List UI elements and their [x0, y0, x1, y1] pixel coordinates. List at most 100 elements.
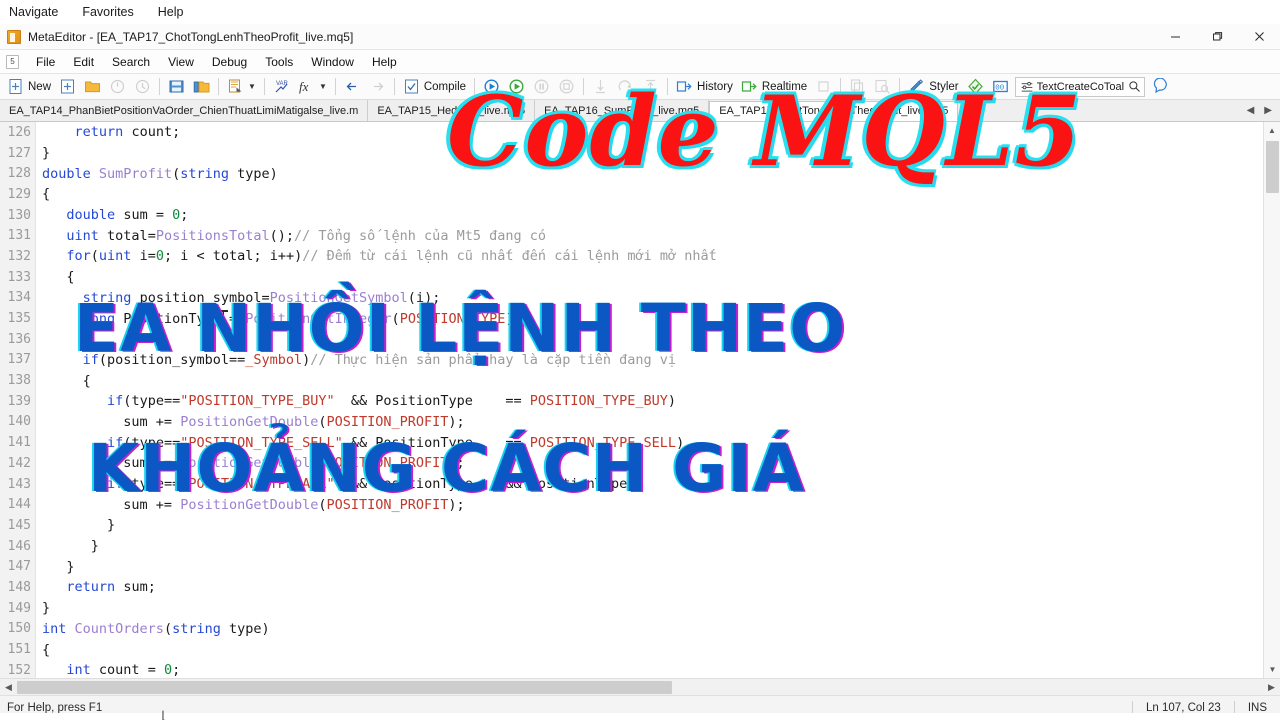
minimize-icon[interactable] [1154, 24, 1196, 50]
step-out-icon [646, 79, 656, 93]
code-line-text: uint total=PositionsTotal();// Tổng số l… [66, 227, 546, 244]
host-menu-item-navigate[interactable]: Navigate [6, 4, 61, 20]
find-in-files-button [870, 76, 895, 98]
menu-item-view[interactable]: View [159, 53, 203, 71]
save-icon [169, 80, 184, 93]
variable-icon: VAR [275, 81, 288, 93]
code-editor[interactable]: 126 return count; 127} 128 double SumProfit… [0, 122, 1280, 678]
file-tab-ea-tap15[interactable]: EA_TAP15_Hedging_live.mq5 [368, 100, 536, 121]
host-menu-bar: Navigate Favorites Help [0, 0, 1280, 24]
redo-icon [135, 79, 150, 94]
search-box[interactable]: TextCreateCoToal [1014, 76, 1145, 97]
history-icon [676, 81, 692, 92]
stop-button [554, 76, 579, 98]
code-line-text: sum += PositionGetDouble(POSITION_PROFIT… [123, 413, 465, 430]
menu-item-file[interactable]: File [27, 53, 64, 71]
new-file-icon [9, 79, 22, 94]
open-folder-button[interactable] [80, 76, 105, 98]
variables-button[interactable]: VAR [269, 76, 294, 98]
scroll-down-icon[interactable]: ▼ [1264, 661, 1280, 678]
code-line-number: 146 [7, 538, 31, 554]
run-button[interactable] [504, 76, 529, 98]
code-line: 132 for(uint i=0; i < total; i++)// Đếm … [0, 246, 1258, 267]
save-button[interactable] [164, 76, 189, 98]
horizontal-scroll-track[interactable] [17, 680, 1263, 694]
host-menu-item-help[interactable]: Help [155, 4, 187, 20]
menu-item-help[interactable]: Help [363, 53, 406, 71]
code-line: 144 sum += PositionGetDouble(POSITION_PR… [0, 494, 1258, 515]
function-dropdown-arrow[interactable]: ▼ [319, 82, 327, 91]
save-all-button[interactable] [189, 76, 214, 98]
counter-button[interactable]: 00 [988, 76, 1013, 98]
toolbar-separator [263, 78, 265, 95]
code-line: 145 } [0, 515, 1258, 536]
code-line-text: string position_symbol=PositionGetSymbol… [82, 289, 441, 306]
file-tab-label: EA_TAP15_Hedging_live.mq5 [377, 104, 526, 117]
code-line: 146 } [0, 536, 1258, 557]
menu-item-tools[interactable]: Tools [256, 53, 302, 71]
code-line: 138 { [0, 370, 1258, 391]
check-button[interactable] [963, 76, 988, 98]
back-button[interactable] [340, 76, 365, 98]
navigator-button[interactable]: ▼ [223, 76, 260, 98]
editor-horizontal-scrollbar[interactable]: ◀ ▶ [0, 678, 1280, 695]
toolbar-separator [840, 78, 842, 95]
tab-scroll-left-icon[interactable]: ◀ [1247, 105, 1255, 116]
vertical-scroll-thumb[interactable] [1266, 141, 1279, 193]
scroll-up-icon[interactable]: ▲ [1264, 122, 1280, 139]
horizontal-scroll-thumb[interactable] [17, 680, 672, 694]
code-line-text: { [42, 372, 91, 389]
restore-icon[interactable] [1196, 24, 1238, 50]
code-line: 131 uint total=PositionsTotal();// Tổng … [0, 225, 1258, 246]
code-line-text: } [42, 600, 51, 617]
code-line: 139 if(type=="POSITION_TYPE_BUY" && Posi… [0, 391, 1258, 412]
code-line: 142 sum += PositionGetDouble(POSITION_PR… [0, 453, 1258, 474]
settings-icon [1021, 81, 1032, 92]
code-line-text: } [42, 517, 116, 534]
code-text-area[interactable]: 126 return count; 127} 128 double SumProfit… [0, 122, 1258, 678]
toolbar-separator [899, 78, 901, 95]
code-line: 135 long PositionType = PositionGetInteg… [0, 308, 1258, 329]
navigator-dropdown-arrow[interactable]: ▼ [248, 82, 256, 91]
menu-item-window[interactable]: Window [302, 53, 363, 71]
function-icon: fx [299, 79, 309, 94]
code-line-text: { [42, 269, 75, 286]
host-menu-item-favorites[interactable]: Favorites [79, 4, 136, 20]
copy-icon [851, 79, 864, 94]
code-line-text: double sum = 0; [66, 207, 189, 224]
styler-label: Styler [929, 80, 959, 93]
debug-button[interactable] [479, 76, 504, 98]
text-cursor-icon [219, 310, 228, 327]
history-button[interactable]: History [672, 76, 737, 98]
menu-item-debug[interactable]: Debug [203, 53, 256, 71]
toolbar-separator [667, 78, 669, 95]
editor-vertical-scrollbar[interactable]: ▲ ▼ [1263, 122, 1280, 678]
close-icon[interactable] [1238, 24, 1280, 50]
help-button[interactable] [1148, 76, 1173, 98]
compile-button[interactable]: Compile [399, 76, 470, 98]
menu-bar: 5 File Edit Search View Debug Tools Wind… [0, 50, 1280, 74]
menu-item-search[interactable]: Search [103, 53, 159, 71]
step-over-button [613, 76, 638, 98]
new-file-button[interactable]: New [3, 76, 55, 98]
scroll-left-icon[interactable]: ◀ [0, 682, 17, 693]
tab-scroll-right-icon[interactable]: ▶ [1264, 105, 1272, 116]
search-input[interactable]: TextCreateCoToal [1037, 81, 1125, 93]
copy-button [845, 76, 870, 98]
code-line: 148 return sum; [0, 577, 1258, 598]
document-badge-icon: 5 [6, 54, 19, 69]
styler-button[interactable]: Styler [904, 76, 962, 98]
pause-icon [534, 79, 549, 94]
add-button[interactable] [55, 76, 80, 98]
window-controls [1154, 24, 1280, 50]
file-tab-ea-tap16[interactable]: EA_TAP16_SumProfit_live.mq5 [535, 100, 710, 121]
file-tab-ea-tap17[interactable]: EA_TAP17_ChotTongLenhTheoProfit_live.mq5 [709, 101, 959, 121]
file-tab-ea-tap14[interactable]: EA_TAP14_PhanBietPositionVaOrder_ChienTh… [0, 100, 369, 121]
function-button[interactable]: fx ▼ [294, 76, 331, 98]
toolbar-separator [393, 78, 395, 95]
realtime-button[interactable]: Realtime [737, 76, 811, 98]
menu-item-edit[interactable]: Edit [64, 53, 103, 71]
scroll-right-icon[interactable]: ▶ [1263, 682, 1280, 693]
code-line-number: 150 [7, 621, 31, 637]
code-line: 152 int count = 0; [0, 660, 1258, 678]
